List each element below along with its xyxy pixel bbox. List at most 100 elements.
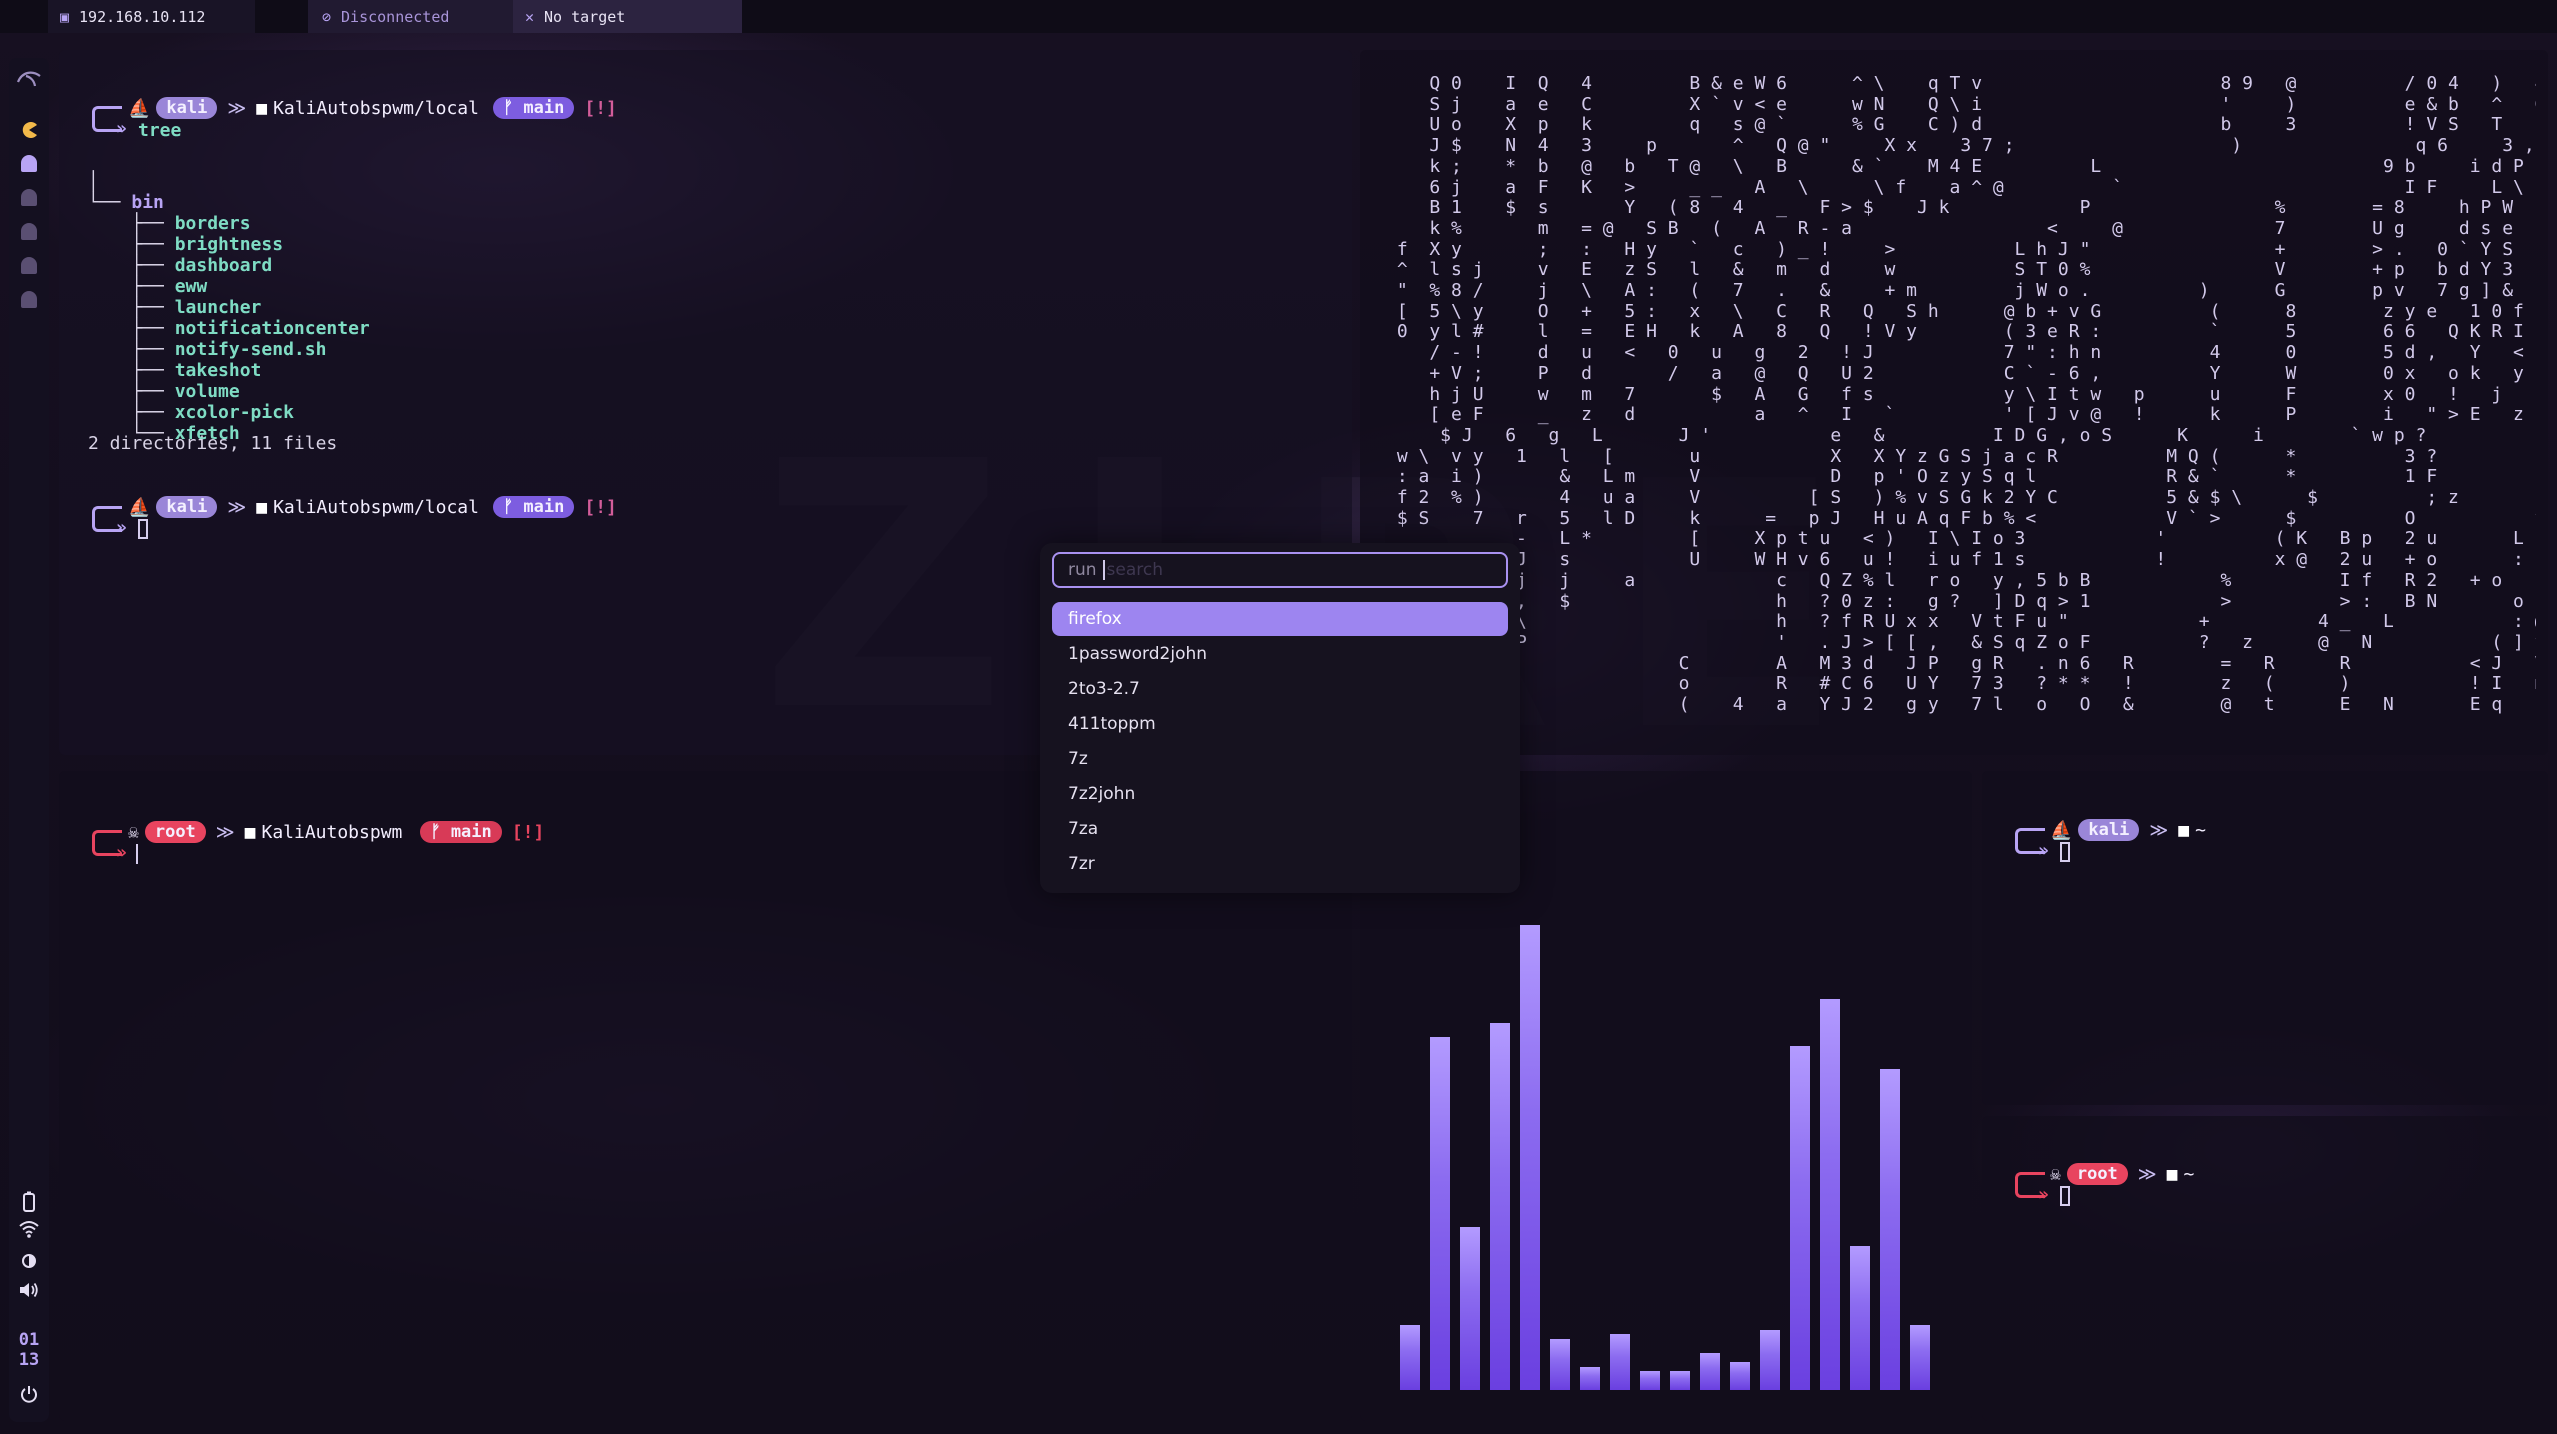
target-indicator[interactable]: ✕ No target [513, 0, 742, 33]
tree-item: launcher [174, 297, 262, 318]
launcher-option[interactable]: 7za [1052, 812, 1508, 846]
app-launcher: run firefox1password2john2to3-2.7411topp… [1040, 543, 1520, 893]
folder-icon: ■ [2166, 1163, 2178, 1185]
ip-indicator[interactable]: ▣ 192.168.10.112 [48, 0, 255, 33]
git-branch-badge: ᚠ main [492, 97, 575, 119]
matrix-line: P ' . J > [ [ , & S q Z o F ? z @ N ( ] … [1386, 631, 2536, 653]
vpn-status: Disconnected [341, 7, 450, 26]
clock: 01 13 [9, 1330, 49, 1370]
launcher-option[interactable]: 7z [1052, 742, 1508, 776]
git-branch-name: main [450, 822, 492, 842]
launcher-option[interactable]: 1password2john [1052, 637, 1508, 671]
monitor-icon: ▣ [60, 7, 70, 26]
pacman-icon[interactable] [9, 121, 49, 139]
visualizer-bar [1580, 1367, 1600, 1390]
tree-item: notify-send.sh [174, 339, 327, 360]
skull-icon: ☠ [128, 821, 139, 843]
visualizer-bar [1760, 1330, 1780, 1390]
prompt-arrow-2: » [116, 517, 127, 538]
wifi-icon[interactable] [9, 1220, 49, 1238]
top-bar: ▣ 192.168.10.112 ⊘ Disconnected ✕ No tar… [0, 0, 2557, 33]
cwd-text: ~ [2195, 819, 2206, 841]
matrix-line: h j U w m 7 $ A G f s y \ I t w p u F x … [1429, 383, 2536, 405]
cwd-text: KaliAutobspwm [261, 821, 403, 843]
matrix-line: + V ; P d / a @ Q U 2 C ` - 6 , Y W 0 x … [1429, 362, 2524, 384]
prompt-separator: ≫ [227, 97, 247, 119]
cwd: ■ ~ [2178, 820, 2206, 841]
visualizer-bar [1640, 1371, 1660, 1390]
matrix-line: : a i ) & L m V D p ' O z y S q l R & ` … [1396, 466, 2438, 488]
git-status-flag: [!] [584, 97, 617, 119]
matrix-line: [ 5 \ y O + 5 : x \ C R Q S h @ b + v G … [1386, 300, 2536, 322]
git-branch-badge: ᚠ main [492, 496, 575, 518]
kali-dragon-icon[interactable] [9, 68, 49, 88]
prompt-separator: ≫ [2137, 1163, 2157, 1185]
visualizer-bar [1400, 1325, 1420, 1390]
battery-icon[interactable] [9, 1191, 49, 1213]
clock-hour: 01 [18, 1330, 40, 1350]
launcher-option[interactable]: 2to3-2.7 [1052, 672, 1508, 706]
workspace-ghost-icon-5[interactable] [9, 291, 49, 308]
matrix-line: - L * [ X p t u < ) I \ I o 3 ' ( K B p … [1386, 528, 2536, 550]
kali-user-icon: ⛵ [128, 496, 151, 518]
tree-item: takeshot [174, 360, 262, 381]
prompt-arrow-rt: » [2038, 840, 2049, 861]
brightness-icon[interactable] [9, 1251, 49, 1271]
matrix-line: " % 8 / j \ A : ( 7 . & + m j W o . ) G … [1396, 280, 2514, 302]
matrix-line: U o X p k q s @ ` % G C ) d b 3 ! V S T … [1386, 114, 2536, 136]
workspace-ghost-icon-2[interactable] [9, 189, 49, 206]
command-line-1: tree [138, 118, 181, 142]
visualizer-bar [1790, 1046, 1810, 1390]
tree-item: volume [174, 381, 240, 402]
launcher-option[interactable]: 7z2john [1052, 777, 1508, 811]
launcher-option[interactable]: 411toppm [1052, 707, 1508, 741]
sidebar: 01 13 [9, 58, 49, 1422]
git-status-flag: [!] [584, 496, 617, 518]
text-caret [1102, 560, 1105, 580]
workspace-ghost-icon-4[interactable] [9, 257, 49, 274]
prompt-line-root: ☠ root ≫ ■ KaliAutobspwm ᚠ main [!] [128, 820, 544, 844]
visualizer-bar [1520, 925, 1540, 1390]
folder-icon: ■ [256, 97, 268, 119]
launcher-search-input[interactable] [1106, 560, 1447, 580]
folder-icon: ■ [244, 821, 256, 843]
ip-address: 192.168.10.112 [79, 7, 206, 26]
vpn-indicator[interactable]: ⊘ Disconnected [308, 0, 513, 33]
matrix-line: J $ N 4 3 p ^ Q @ " X x 3 7 ; ) q 6 3 , … [1386, 135, 2536, 157]
git-branch-name: main [523, 497, 565, 517]
power-icon[interactable] [9, 1384, 49, 1404]
visualizer-bar [1820, 999, 1840, 1390]
workspace-ghost-icon-3[interactable] [9, 223, 49, 240]
launcher-option[interactable]: 7zr [1052, 847, 1508, 881]
prompt-line-rb: ☠ root ≫ ■ ~ [2050, 1162, 2194, 1186]
visualizer-bar [1610, 1334, 1630, 1390]
visualizer-bar [1460, 1227, 1480, 1390]
matrix-line: 6 j a F K > _ _ A \ \ f a ^ @ ` I F L \ … [1429, 176, 2536, 198]
tree-item: dashboard [174, 255, 273, 276]
volume-icon[interactable] [9, 1280, 49, 1300]
workspace-ghost-icon-1[interactable] [9, 155, 49, 172]
matrix-line: Q % C A M 3 d J P g R . n 6 R = R R < J … [1386, 652, 2537, 674]
command-text: tree [138, 119, 182, 141]
launcher-search-box[interactable]: run [1052, 552, 1508, 588]
matrix-line: $ J 6 g L J ' e & I D G , o S K i ` w p … [1440, 424, 2427, 446]
tree-root: bin [131, 192, 164, 213]
matrix-line: k % m = @ S B ( A R - a < @ 7 U g d s e … [1429, 217, 2514, 239]
target-status: No target [544, 7, 626, 26]
visualizer-bar [1550, 1339, 1570, 1390]
tree-item: borders [174, 213, 251, 234]
prompt-separator: ≫ [215, 821, 235, 843]
prompt-line-1: ⛵ kali ≫ ■ KaliAutobspwm/local ᚠ main [!] [128, 96, 617, 120]
cwd: ■ KaliAutobspwm [245, 822, 403, 843]
matrix-line: ^ l s j v E z S l & m d w S T 0 % V + p … [1396, 259, 2514, 281]
prompt-arrow-rb: » [2038, 1184, 2049, 1205]
visualizer-bar [1490, 1023, 1510, 1390]
matrix-line: / - ! d u < 0 u g 2 ! J 7 " : h n 4 0 5 … [1429, 342, 2536, 364]
launcher-option[interactable]: firefox [1052, 602, 1508, 636]
user-badge: kali [156, 496, 218, 518]
user-badge: kali [2078, 819, 2140, 841]
kali-user-icon: ⛵ [2050, 819, 2073, 841]
visualizer-bar [1850, 1246, 1870, 1390]
matrix-line: , $ h ? 0 z : g ? ] D q > 1 > > : B N o … [1516, 590, 2536, 612]
tree-item: eww [174, 276, 208, 297]
